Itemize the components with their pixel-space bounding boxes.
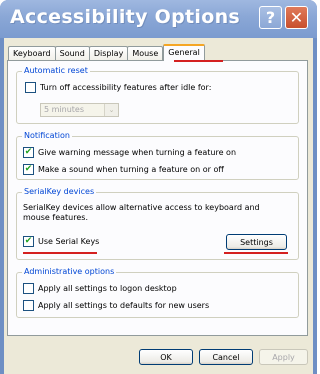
serialkey-description-line2: mouse features.	[23, 213, 88, 222]
checkmark-icon: ✔	[24, 236, 33, 246]
general-tab-panel: Automatic reset Turn off accessibility f…	[7, 60, 308, 336]
tab-strip: Keyboard Sound Display Mouse General	[8, 44, 205, 61]
tab-highlight-underline	[174, 60, 223, 62]
use-serial-keys-checkbox[interactable]: ✔	[23, 236, 34, 247]
idle-reset-option[interactable]: Turn off accessibility features after id…	[25, 82, 211, 93]
sound-feature-label: Make a sound when turning a feature on o…	[38, 165, 224, 174]
sound-feature-checkbox[interactable]: ✔	[23, 164, 34, 175]
dialog-body: Keyboard Sound Display Mouse General Aut…	[4, 38, 313, 374]
serialkey-legend: SerialKey devices	[22, 187, 97, 196]
ok-button[interactable]: OK	[139, 349, 193, 365]
notification-legend: Notification	[22, 131, 72, 140]
checkmark-icon: ✔	[24, 164, 33, 174]
logon-desktop-checkbox[interactable]	[23, 283, 34, 294]
close-icon: ✕	[289, 8, 304, 27]
settings-underline	[224, 252, 288, 254]
tab-keyboard[interactable]: Keyboard	[8, 46, 56, 61]
tab-general[interactable]: General	[163, 44, 205, 61]
tab-sound[interactable]: Sound	[54, 46, 90, 61]
idle-reset-label: Turn off accessibility features after id…	[40, 83, 212, 92]
title-bar[interactable]: Accessibility Options ? ✕	[0, 0, 317, 38]
idle-reset-checkbox[interactable]	[25, 82, 36, 93]
serial-keys-underline	[23, 252, 97, 254]
chevron-down-icon[interactable]: ⌄	[104, 104, 118, 116]
serialkey-description-line1: SerialKey devices allow alternative acce…	[23, 203, 260, 212]
checkmark-icon: ✔	[24, 147, 33, 157]
tab-mouse[interactable]: Mouse	[127, 46, 164, 61]
dialog-window: Accessibility Options ? ✕ Keyboard Sound…	[0, 0, 317, 374]
logon-desktop-label: Apply all settings to logon desktop	[38, 284, 177, 293]
idle-time-value: 5 minutes	[44, 105, 85, 114]
sound-feature-option[interactable]: ✔ Make a sound when turning a feature on…	[23, 164, 224, 175]
automatic-reset-legend: Automatic reset	[22, 66, 90, 75]
use-serial-keys-option[interactable]: ✔ Use Serial Keys	[23, 236, 99, 247]
idle-time-select[interactable]: 5 minutes ⌄	[40, 103, 119, 117]
warning-message-label: Give warning message when turning a feat…	[38, 148, 237, 157]
warning-message-option[interactable]: ✔ Give warning message when turning a fe…	[23, 147, 236, 158]
serialkey-group: SerialKey devices SerialKey devices allo…	[16, 187, 299, 260]
help-button[interactable]: ?	[259, 6, 282, 29]
new-users-label: Apply all settings to defaults for new u…	[38, 301, 210, 310]
automatic-reset-group: Automatic reset Turn off accessibility f…	[16, 66, 299, 124]
use-serial-keys-label: Use Serial Keys	[38, 237, 100, 246]
new-users-option[interactable]: Apply all settings to defaults for new u…	[23, 300, 209, 311]
notification-group: Notification ✔ Give warning message when…	[16, 131, 299, 180]
tab-display[interactable]: Display	[88, 46, 129, 61]
administrative-legend: Administrative options	[22, 267, 117, 276]
administrative-group: Administrative options Apply all setting…	[16, 267, 299, 318]
new-users-checkbox[interactable]	[23, 300, 34, 311]
cancel-button[interactable]: Cancel	[199, 349, 253, 365]
help-icon: ?	[265, 8, 276, 27]
close-button[interactable]: ✕	[285, 6, 308, 29]
serialkey-description: SerialKey devices allow alternative acce…	[23, 203, 260, 223]
apply-button[interactable]: Apply	[259, 349, 308, 365]
settings-button[interactable]: Settings	[226, 234, 287, 250]
warning-message-checkbox[interactable]: ✔	[23, 147, 34, 158]
logon-desktop-option[interactable]: Apply all settings to logon desktop	[23, 283, 177, 294]
window-title: Accessibility Options	[10, 6, 241, 28]
